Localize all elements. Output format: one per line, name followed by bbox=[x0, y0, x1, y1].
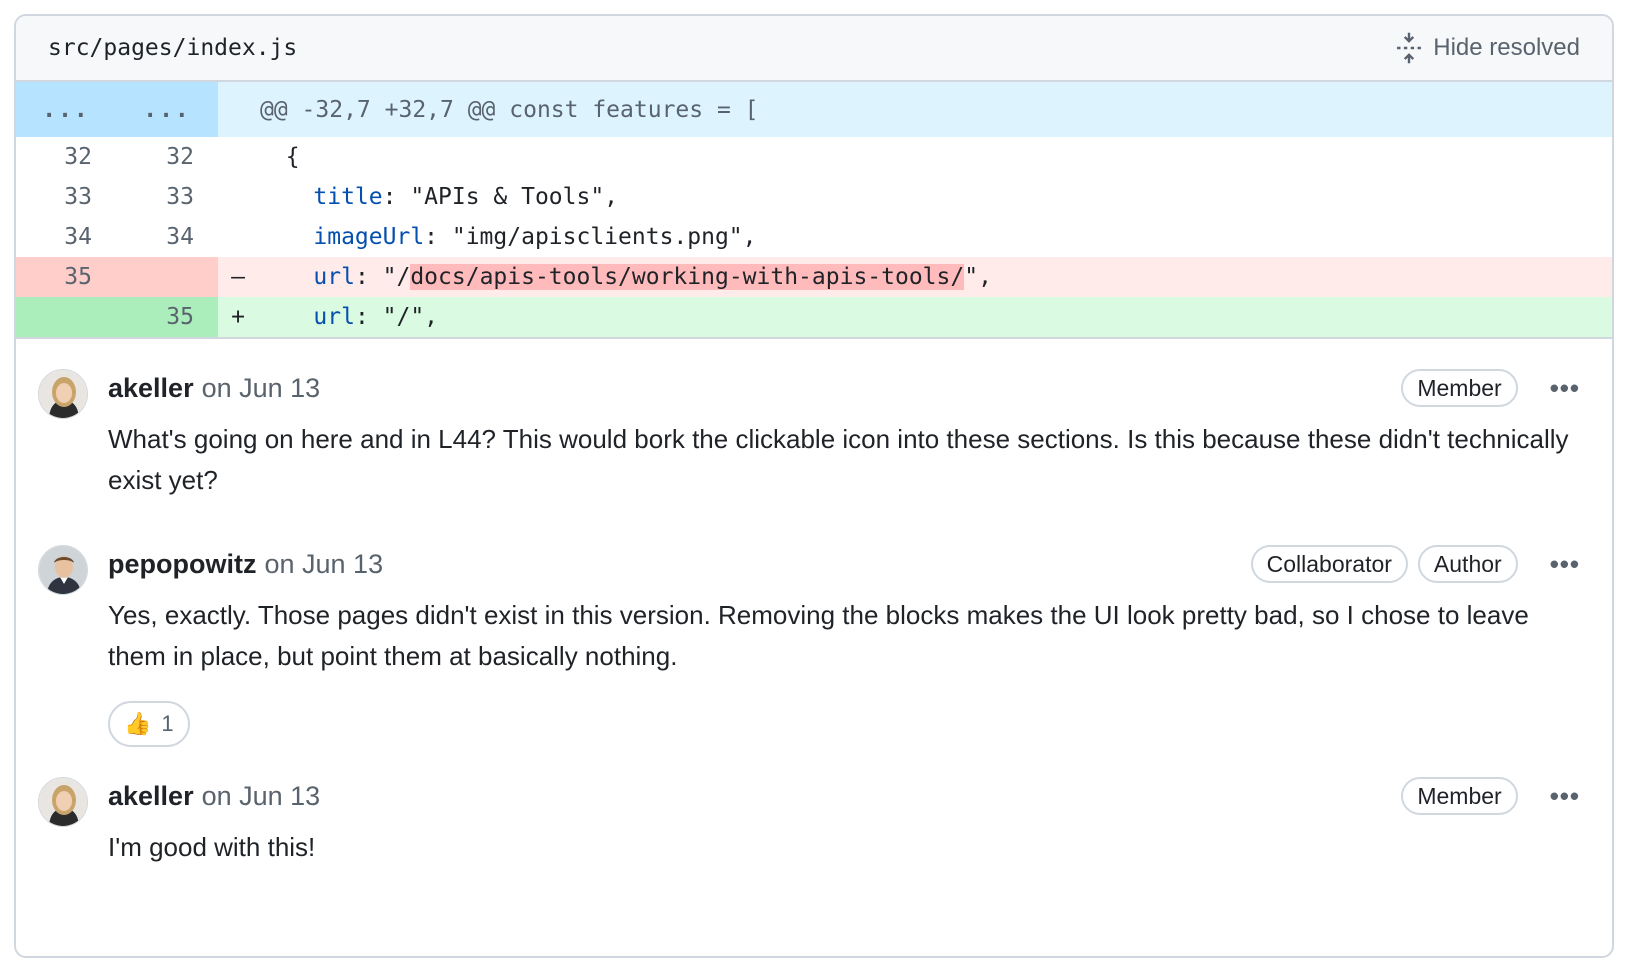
comment-badges: Member ••• bbox=[1401, 369, 1580, 407]
comment: akeller on Jun 13 Member ••• I'm good wit… bbox=[16, 747, 1612, 868]
addition-sign: + bbox=[231, 304, 245, 330]
old-line-number[interactable]: 34 bbox=[16, 217, 116, 257]
role-badge-member: Member bbox=[1401, 369, 1518, 407]
avatar-akeller-icon bbox=[39, 778, 87, 826]
code-rest: : "/", bbox=[354, 304, 439, 330]
comment-badges: Member ••• bbox=[1401, 777, 1580, 815]
avatar[interactable] bbox=[38, 369, 88, 419]
line-code: imageUrl: "img/apisclients.png", bbox=[258, 224, 757, 250]
comment-date[interactable]: on Jun 13 bbox=[202, 373, 321, 403]
file-path[interactable]: src/pages/index.js bbox=[48, 35, 297, 61]
old-line-number[interactable]: 33 bbox=[16, 177, 116, 217]
line-code: url: "/", bbox=[258, 304, 438, 330]
old-line-number[interactable]: 35 bbox=[16, 257, 116, 297]
code-key: url bbox=[258, 304, 355, 330]
kebab-menu-icon[interactable]: ••• bbox=[1550, 783, 1580, 809]
code-key: imageUrl bbox=[258, 224, 425, 250]
comment: pepopowitz on Jun 13 Collaborator Author … bbox=[16, 501, 1612, 747]
new-line-number[interactable]: 35 bbox=[116, 297, 218, 337]
expand-up-button[interactable]: ... bbox=[16, 82, 116, 137]
code-key: url bbox=[258, 264, 355, 290]
diff-line-context: 32 32 { bbox=[16, 137, 1612, 177]
avatar-pepopowitz-icon bbox=[39, 546, 87, 594]
kebab-menu-icon[interactable]: ••• bbox=[1550, 375, 1580, 401]
diff-line-addition: 35 + url: "/", bbox=[16, 297, 1612, 337]
reaction-thumbs-up-button[interactable]: 👍 1 bbox=[108, 701, 190, 747]
comment-header: akeller on Jun 13 Member ••• bbox=[108, 369, 1580, 407]
hunk-header-text: @@ -32,7 +32,7 @@ const features = [ bbox=[260, 96, 759, 123]
comment-author[interactable]: pepopowitz bbox=[108, 549, 256, 579]
file-header: src/pages/index.js Hide resolved bbox=[16, 16, 1612, 82]
avatar-akeller-icon bbox=[39, 370, 87, 418]
role-badge-author: Author bbox=[1417, 545, 1518, 583]
comment-header: akeller on Jun 13 Member ••• bbox=[108, 777, 1580, 815]
thumbs-up-icon: 👍 bbox=[124, 711, 152, 736]
line-code: title: "APIs & Tools", bbox=[258, 184, 618, 210]
new-line-number[interactable] bbox=[116, 257, 218, 297]
old-line-number[interactable]: 32 bbox=[16, 137, 116, 177]
avatar[interactable] bbox=[38, 777, 88, 827]
line-code: { bbox=[258, 144, 300, 170]
hunk-header-row: ... ... @@ -32,7 +32,7 @@ const features… bbox=[16, 82, 1612, 137]
kebab-menu-icon[interactable]: ••• bbox=[1550, 551, 1580, 577]
diff-table: ... ... @@ -32,7 +32,7 @@ const features… bbox=[16, 82, 1612, 337]
diff-line-context: 34 34 imageUrl: "img/apisclients.png", bbox=[16, 217, 1612, 257]
comment-author[interactable]: akeller bbox=[108, 781, 194, 811]
diff-line-context: 33 33 title: "APIs & Tools", bbox=[16, 177, 1612, 217]
new-line-number[interactable]: 34 bbox=[116, 217, 218, 257]
hide-resolved-label: Hide resolved bbox=[1433, 34, 1580, 61]
comment-thread: akeller on Jun 13 Member ••• What's going… bbox=[16, 337, 1612, 868]
comment-meta: akeller on Jun 13 bbox=[108, 373, 320, 404]
comment-badges: Collaborator Author ••• bbox=[1250, 545, 1580, 583]
comment-meta: akeller on Jun 13 bbox=[108, 781, 320, 812]
comment-header: pepopowitz on Jun 13 Collaborator Author … bbox=[108, 545, 1580, 583]
comment-body: Yes, exactly. Those pages didn't exist i… bbox=[108, 600, 1529, 671]
role-badge-member: Member bbox=[1401, 777, 1518, 815]
new-line-number[interactable]: 33 bbox=[116, 177, 218, 217]
new-line-number[interactable]: 32 bbox=[116, 137, 218, 177]
avatar[interactable] bbox=[38, 545, 88, 595]
deleted-text-highlight: docs/apis-tools/working-with-apis-tools/ bbox=[410, 264, 965, 290]
role-badge-collaborator: Collaborator bbox=[1250, 545, 1408, 583]
comment-date[interactable]: on Jun 13 bbox=[202, 781, 321, 811]
comment-body: What's going on here and in L44? This wo… bbox=[108, 424, 1569, 495]
code-rest: : "/ bbox=[354, 264, 411, 290]
comment-body: I'm good with this! bbox=[108, 832, 316, 862]
old-line-number[interactable] bbox=[16, 297, 116, 337]
diff-line-deletion: 35 – url: "/docs/apis-tools/working-with… bbox=[16, 257, 1612, 297]
comment-meta: pepopowitz on Jun 13 bbox=[108, 549, 383, 580]
reaction-count: 1 bbox=[161, 711, 174, 736]
code-rest: : "img/apisclients.png", bbox=[424, 224, 757, 250]
code-key: title bbox=[258, 184, 383, 210]
code-rest: : "APIs & Tools", bbox=[382, 184, 619, 210]
code-rest: ", bbox=[964, 264, 992, 290]
hide-resolved-button[interactable]: Hide resolved bbox=[1395, 31, 1580, 65]
comment: akeller on Jun 13 Member ••• What's going… bbox=[16, 339, 1612, 501]
line-code: url: "/docs/apis-tools/working-with-apis… bbox=[258, 264, 992, 290]
review-thread-card: src/pages/index.js Hide resolved ... ...… bbox=[14, 14, 1614, 958]
fold-icon bbox=[1397, 32, 1422, 64]
comment-author[interactable]: akeller bbox=[108, 373, 194, 403]
deletion-sign: – bbox=[231, 264, 245, 290]
comment-date[interactable]: on Jun 13 bbox=[264, 549, 383, 579]
expand-down-button[interactable]: ... bbox=[116, 82, 218, 137]
